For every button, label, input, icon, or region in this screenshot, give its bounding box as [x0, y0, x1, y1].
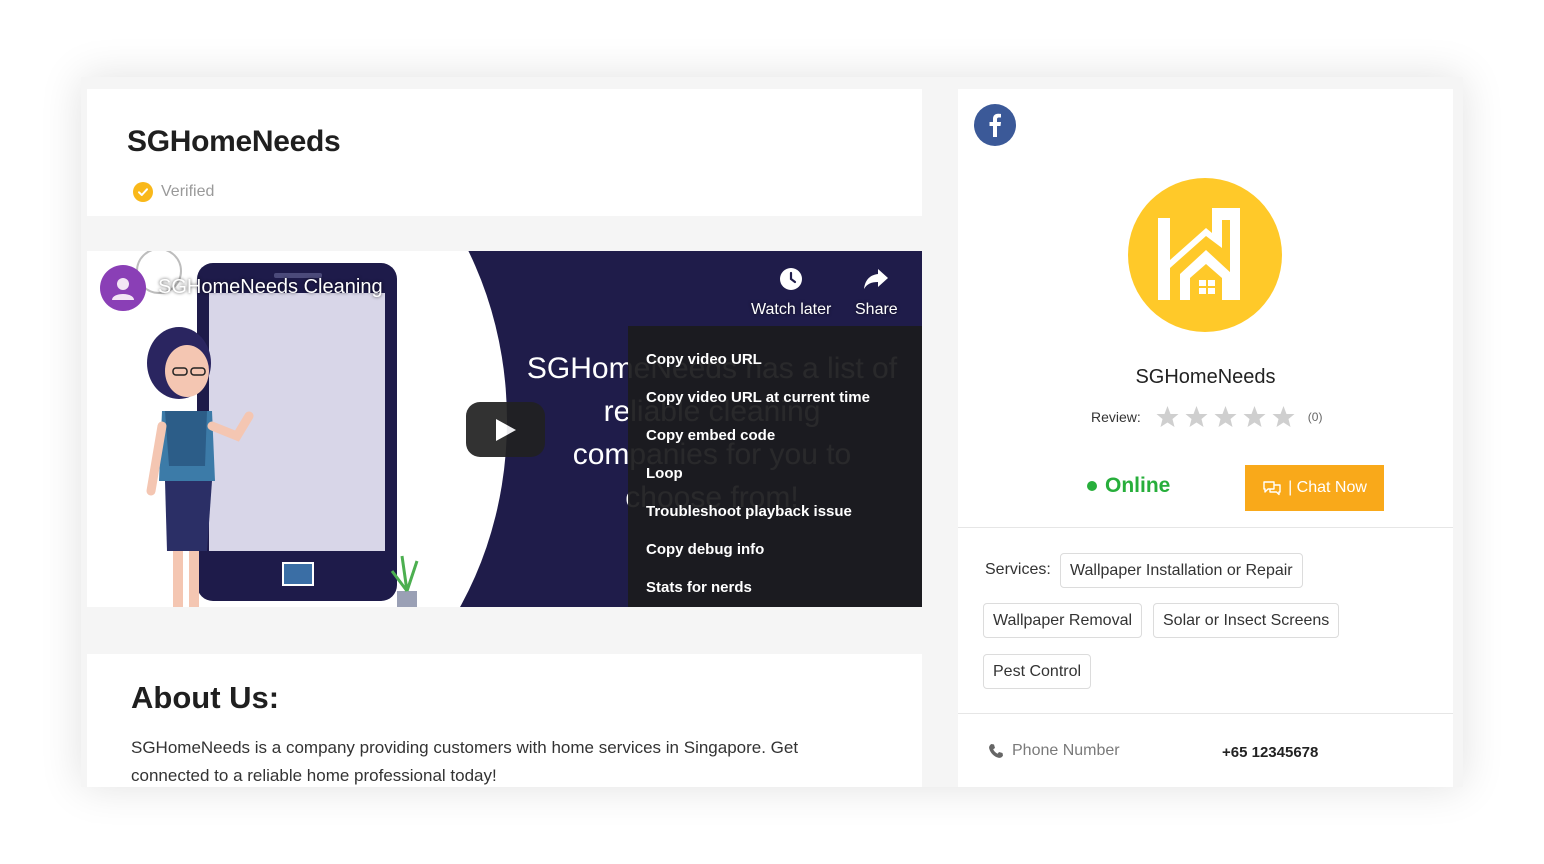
- review-label: Review:: [1091, 409, 1141, 425]
- about-card: About Us: SGHomeNeeds is a company provi…: [87, 654, 922, 787]
- chat-bubbles-icon: [1263, 481, 1281, 496]
- video-channel-title[interactable]: SGHomeNeeds Cleaning: [158, 276, 383, 299]
- review-row: Review: (0): [1091, 405, 1322, 429]
- verified-label: Verified: [161, 183, 215, 200]
- chat-now-label: | Chat Now: [1288, 479, 1367, 496]
- verified-badge: Verified: [133, 182, 214, 202]
- user-icon: [112, 278, 134, 300]
- watch-later-button[interactable]: Watch later: [751, 267, 831, 319]
- menu-item-troubleshoot[interactable]: Troubleshoot playback issue: [628, 492, 922, 530]
- facebook-link[interactable]: [974, 104, 1016, 146]
- star-icon: [1185, 406, 1208, 427]
- channel-avatar[interactable]: [100, 265, 146, 311]
- business-name: SGHomeNeeds: [1135, 366, 1276, 388]
- phone-value[interactable]: +65 12345678: [1222, 744, 1318, 761]
- page-title: SGHomeNeeds: [127, 125, 341, 158]
- menu-item-loop[interactable]: Loop: [628, 454, 922, 492]
- services-label: Services:: [985, 561, 1051, 578]
- video-context-menu: Copy video URL Copy video URL at current…: [628, 326, 922, 607]
- status-label: Online: [1105, 474, 1171, 497]
- phone-label: Phone Number: [1012, 742, 1120, 759]
- service-tag[interactable]: Wallpaper Installation or Repair: [1060, 553, 1303, 588]
- about-text: SGHomeNeeds is a company providing custo…: [131, 738, 799, 785]
- share-icon: [864, 269, 889, 289]
- star-icon: [1272, 406, 1295, 427]
- online-status: Online: [1087, 474, 1170, 498]
- service-tag[interactable]: Solar or Insect Screens: [1153, 603, 1340, 638]
- star-icon: [1156, 406, 1179, 427]
- menu-item-copy-embed[interactable]: Copy embed code: [628, 416, 922, 454]
- share-button[interactable]: Share: [855, 267, 898, 319]
- review-count: (0): [1307, 410, 1323, 424]
- divider: [958, 527, 1453, 528]
- chat-now-button[interactable]: | Chat Now: [1245, 465, 1384, 511]
- business-logo: [1128, 178, 1282, 332]
- share-label: Share: [855, 301, 898, 318]
- business-header-card: SGHomeNeeds Verified: [87, 89, 922, 216]
- watch-later-label: Watch later: [751, 301, 832, 318]
- about-heading: About Us:: [131, 680, 280, 715]
- play-icon: [495, 418, 516, 441]
- rating-stars[interactable]: [1155, 405, 1296, 429]
- divider: [958, 713, 1453, 714]
- service-tag[interactable]: Pest Control: [983, 654, 1092, 689]
- business-profile-card: SGHomeNeeds Review: (0) Online | Chat No…: [958, 89, 1453, 787]
- menu-item-copy-url[interactable]: Copy video URL: [628, 340, 922, 378]
- page-container: SGHomeNeeds Verified SGHomeNeeds Cleanin…: [81, 77, 1463, 787]
- clock-icon: [780, 268, 803, 290]
- menu-item-debug-info[interactable]: Copy debug info: [628, 530, 922, 568]
- menu-item-stats[interactable]: Stats for nerds: [628, 568, 922, 606]
- star-icon: [1243, 406, 1266, 427]
- menu-item-copy-url-time[interactable]: Copy video URL at current time: [628, 378, 922, 416]
- star-icon: [1214, 406, 1237, 427]
- service-tag[interactable]: Wallpaper Removal: [983, 603, 1143, 638]
- video-player[interactable]: SGHomeNeeds Cleaning Watch later Share S…: [87, 251, 922, 607]
- phone-icon: [989, 744, 1003, 758]
- status-dot-icon: [1087, 481, 1097, 491]
- check-icon: [133, 182, 153, 202]
- house-logo-icon: [1158, 208, 1240, 300]
- facebook-icon: [989, 113, 1001, 137]
- phone-row: Phone Number: [988, 742, 1120, 760]
- play-button[interactable]: [466, 402, 545, 457]
